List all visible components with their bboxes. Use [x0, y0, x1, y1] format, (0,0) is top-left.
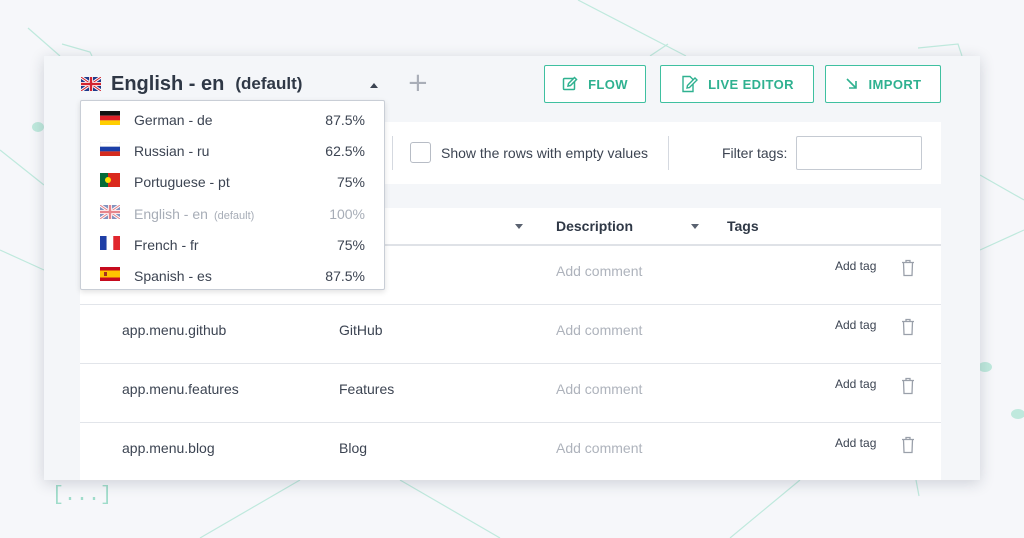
spanish-flag-icon	[100, 267, 120, 281]
row-key: app.menu.blog	[122, 440, 215, 456]
sort-caret-icon[interactable]	[515, 224, 523, 229]
row-key: app.menu.github	[122, 322, 227, 338]
arrow-down-right-icon	[845, 78, 857, 89]
row-description[interactable]: Add comment	[556, 381, 642, 397]
row-value[interactable]: GitHub	[339, 322, 383, 338]
uk-flag-icon	[100, 205, 120, 219]
language-option-pt[interactable]: Portuguese - pt 75%	[81, 165, 384, 196]
row-value[interactable]: Blog	[339, 440, 367, 456]
svg-text:[...]: [...]	[52, 484, 112, 507]
add-tag-link[interactable]: Add tag	[835, 318, 876, 332]
language-option-label: Spanish - es	[134, 268, 212, 284]
completion-percent: 87.5%	[325, 112, 365, 128]
current-language: English - en	[111, 72, 225, 95]
language-option-label: German - de	[134, 112, 213, 128]
trash-icon[interactable]	[901, 377, 915, 395]
row-description[interactable]: Add comment	[556, 440, 642, 456]
sort-caret-icon[interactable]	[691, 224, 699, 229]
flow-button[interactable]: FLOW	[544, 65, 646, 103]
default-marker: (default)	[235, 74, 303, 93]
toolbar-divider	[392, 136, 393, 170]
row-key: app.menu.features	[122, 381, 239, 397]
caret-up-icon[interactable]	[370, 83, 378, 88]
add-tag-link[interactable]: Add tag	[835, 259, 876, 273]
add-tag-link[interactable]: Add tag	[835, 377, 876, 391]
default-marker: (default)	[213, 210, 255, 222]
live-editor-label: LIVE EDITOR	[708, 76, 794, 92]
trash-icon[interactable]	[901, 318, 915, 336]
edit-icon	[562, 76, 578, 91]
import-label: IMPORT	[868, 76, 922, 92]
column-header-tags[interactable]: Tags	[727, 208, 759, 244]
portuguese-flag-icon	[100, 173, 120, 187]
toolbar-divider	[668, 136, 669, 170]
language-option-ru[interactable]: Russian - ru 62.5%	[81, 134, 384, 165]
live-editor-button[interactable]: LIVE EDITOR	[660, 65, 814, 103]
document-edit-icon	[682, 75, 699, 93]
completion-percent: 75%	[336, 174, 365, 190]
language-option-fr[interactable]: French - fr 75%	[81, 228, 384, 259]
language-selector[interactable]: English - en (default)	[81, 71, 302, 97]
column-header-description[interactable]: Description	[556, 208, 633, 244]
french-flag-icon	[100, 236, 120, 250]
add-tag-link[interactable]: Add tag	[835, 436, 876, 450]
filter-tags-input[interactable]	[796, 136, 922, 170]
language-option-label: French - fr	[134, 237, 199, 253]
uk-flag-icon	[81, 77, 101, 91]
empty-rows-label: Show the rows with empty values	[441, 145, 648, 161]
import-button[interactable]: IMPORT	[825, 65, 941, 103]
language-option-de[interactable]: German - de 87.5%	[81, 103, 384, 134]
table-row: app.menu.github GitHub Add comment Add t…	[80, 305, 941, 364]
language-dropdown: German - de 87.5% Russian - ru 62.5% Por…	[80, 100, 385, 290]
empty-rows-checkbox[interactable]	[410, 142, 431, 163]
filter-tags-label: Filter tags:	[722, 145, 788, 161]
german-flag-icon	[100, 111, 120, 125]
table-row: app.menu.features Features Add comment A…	[80, 364, 941, 423]
add-language-icon[interactable]: +	[407, 70, 429, 96]
completion-percent: 87.5%	[325, 268, 365, 284]
language-option-en: English - en (default) 100%	[81, 197, 384, 228]
trash-icon[interactable]	[901, 436, 915, 454]
trash-icon[interactable]	[901, 259, 915, 277]
language-option-label: Russian - ru	[134, 143, 210, 159]
russian-flag-icon	[100, 142, 120, 156]
row-description[interactable]: Add comment	[556, 263, 642, 279]
language-option-es[interactable]: Spanish - es 87.5%	[81, 259, 384, 290]
language-option-label: English - en (default)	[134, 206, 254, 222]
table-row: app.menu.blog Blog Add comment Add tag	[80, 423, 941, 480]
completion-percent: 62.5%	[325, 143, 365, 159]
completion-percent: 100%	[329, 206, 365, 222]
row-description[interactable]: Add comment	[556, 322, 642, 338]
row-value[interactable]: Features	[339, 381, 394, 397]
completion-percent: 75%	[336, 237, 365, 253]
flow-label: FLOW	[588, 76, 628, 92]
language-option-label: Portuguese - pt	[134, 174, 230, 190]
language-option-name: English - en	[134, 206, 208, 222]
